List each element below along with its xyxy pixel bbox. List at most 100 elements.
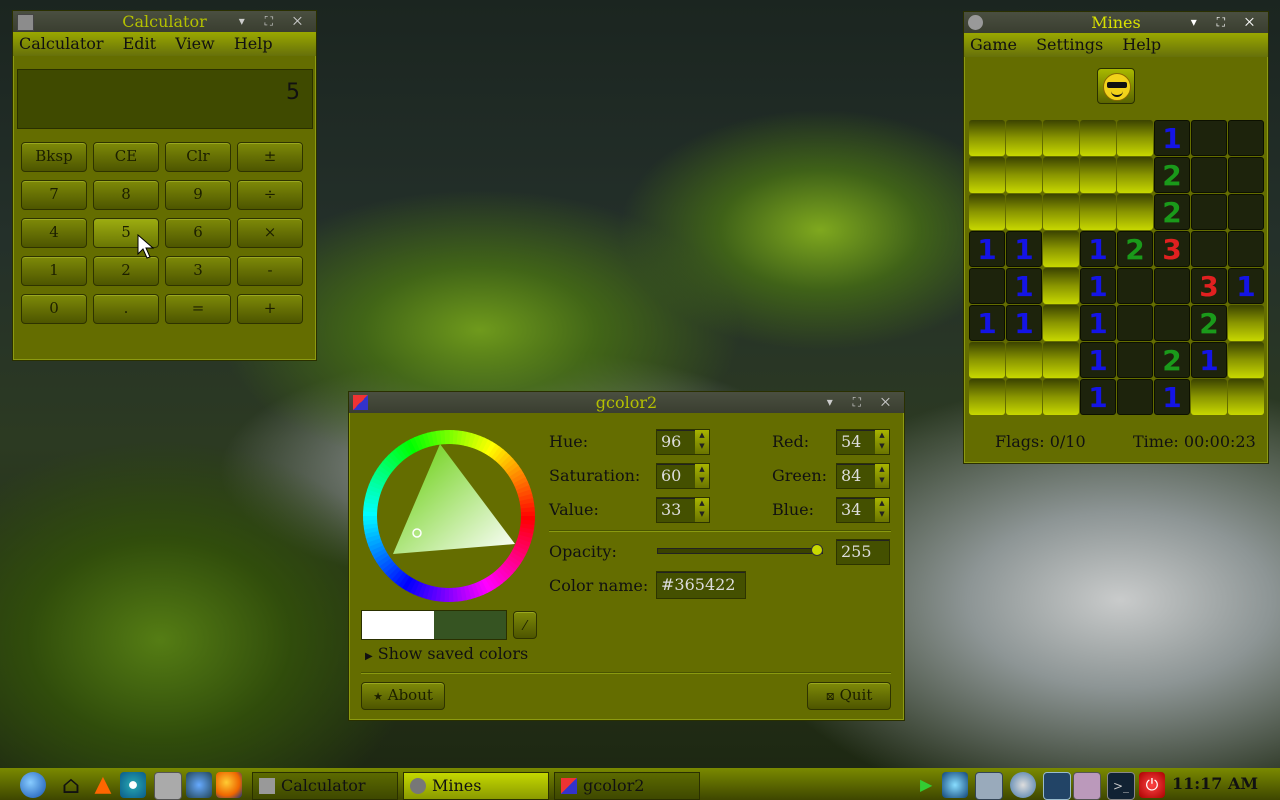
- mine-cell[interactable]: [1228, 379, 1264, 415]
- mine-cell[interactable]: [1191, 120, 1227, 156]
- blue-spinbox[interactable]: 34 ▲ ▼: [836, 497, 890, 523]
- mine-cell[interactable]: 1: [1080, 342, 1116, 378]
- about-button[interactable]: ★ About: [361, 682, 445, 710]
- mine-cell[interactable]: [1006, 194, 1042, 230]
- mine-cell[interactable]: [1043, 194, 1079, 230]
- mine-cell[interactable]: [1228, 305, 1264, 341]
- calc-key-button[interactable]: +: [237, 294, 303, 324]
- calc-key-button[interactable]: 3: [165, 256, 231, 286]
- calc-key-button[interactable]: =: [165, 294, 231, 324]
- mine-cell[interactable]: 1: [1006, 268, 1042, 304]
- calculator-icon[interactable]: [154, 772, 182, 800]
- mine-cell[interactable]: [969, 342, 1005, 378]
- eyedropper-button[interactable]: ⁄: [513, 611, 537, 639]
- mine-cell[interactable]: [1006, 342, 1042, 378]
- window-controls[interactable]: ▾ ⛶ ✕: [827, 392, 898, 413]
- calc-key-button[interactable]: ÷: [237, 180, 303, 210]
- calc-key-button[interactable]: CE: [93, 142, 159, 172]
- value-spinbox[interactable]: 33 ▲ ▼: [656, 497, 710, 523]
- calc-key-button[interactable]: 6: [165, 218, 231, 248]
- mail-icon[interactable]: [186, 772, 212, 798]
- mine-cell[interactable]: [1080, 120, 1116, 156]
- calc-key-button[interactable]: 8: [93, 180, 159, 210]
- mine-cell[interactable]: 1: [1080, 268, 1116, 304]
- menu-game[interactable]: Game: [970, 35, 1017, 54]
- mine-cell[interactable]: 2: [1117, 231, 1153, 267]
- mine-cell[interactable]: [969, 268, 1005, 304]
- mine-cell[interactable]: 1: [1080, 305, 1116, 341]
- mine-cell[interactable]: [1228, 157, 1264, 193]
- swirl-icon[interactable]: [942, 772, 968, 798]
- mine-cell[interactable]: [1043, 231, 1079, 267]
- task-calculator[interactable]: Calculator: [252, 772, 398, 800]
- network-icon[interactable]: [120, 772, 146, 798]
- mine-cell[interactable]: [969, 157, 1005, 193]
- terminal-icon[interactable]: >_: [1107, 772, 1135, 800]
- mine-cell[interactable]: [1228, 342, 1264, 378]
- calc-key-button[interactable]: .: [93, 294, 159, 324]
- mine-cell[interactable]: 2: [1154, 194, 1190, 230]
- calc-key-button[interactable]: 9: [165, 180, 231, 210]
- mine-cell[interactable]: [1043, 342, 1079, 378]
- mine-cell[interactable]: 3: [1154, 231, 1190, 267]
- power-icon[interactable]: ⏻: [1139, 772, 1165, 798]
- calc-key-button[interactable]: 4: [21, 218, 87, 248]
- hsv-color-wheel[interactable]: [361, 428, 537, 604]
- colorname-field[interactable]: #365422: [656, 571, 746, 599]
- opacity-slider-thumb[interactable]: [811, 544, 823, 556]
- calc-key-button[interactable]: Clr: [165, 142, 231, 172]
- mine-cell[interactable]: [1043, 305, 1079, 341]
- calc-key-button[interactable]: 2: [93, 256, 159, 286]
- vlc-icon[interactable]: ▲: [90, 772, 116, 798]
- mine-cell[interactable]: 2: [1154, 157, 1190, 193]
- mine-cell[interactable]: [1043, 120, 1079, 156]
- firefox-icon[interactable]: [216, 772, 242, 798]
- opacity-slider[interactable]: [657, 544, 823, 556]
- mine-cell[interactable]: [1191, 231, 1227, 267]
- mixer-icon[interactable]: [1043, 772, 1071, 800]
- mine-cell[interactable]: [1043, 268, 1079, 304]
- mine-cell[interactable]: [1228, 231, 1264, 267]
- mine-cell[interactable]: 1: [1154, 379, 1190, 415]
- mine-cell[interactable]: [1228, 120, 1264, 156]
- mine-cell[interactable]: [1154, 305, 1190, 341]
- menu-edit[interactable]: Edit: [123, 34, 156, 53]
- calc-key-button[interactable]: ×: [237, 218, 303, 248]
- mine-cell[interactable]: [1117, 194, 1153, 230]
- calc-key-button[interactable]: 1: [21, 256, 87, 286]
- mine-cell[interactable]: [1006, 120, 1042, 156]
- browser-icon[interactable]: [1010, 772, 1036, 798]
- mine-cell[interactable]: [1117, 268, 1153, 304]
- mine-cell[interactable]: [1080, 157, 1116, 193]
- gcolor2-titlebar[interactable]: gcolor2 ▾ ⛶ ✕: [349, 392, 904, 413]
- window-controls[interactable]: ▾ ⛶ ✕: [239, 11, 310, 32]
- globe-icon[interactable]: [20, 772, 46, 798]
- mine-cell[interactable]: 1: [969, 305, 1005, 341]
- mine-cell[interactable]: [1191, 194, 1227, 230]
- mine-cell[interactable]: [1154, 268, 1190, 304]
- green-spinbox[interactable]: 84 ▲ ▼: [836, 463, 890, 489]
- mine-cell[interactable]: [969, 379, 1005, 415]
- mine-cell[interactable]: [969, 194, 1005, 230]
- window-controls[interactable]: ▾ ⛶ ✕: [1191, 12, 1262, 33]
- new-game-button[interactable]: [1097, 68, 1135, 104]
- calc-key-button[interactable]: -: [237, 256, 303, 286]
- task-gcolor2[interactable]: gcolor2: [554, 772, 700, 800]
- play-arrow-icon[interactable]: ▶: [920, 772, 934, 798]
- mine-cell[interactable]: 1: [1006, 305, 1042, 341]
- mine-cell[interactable]: [1043, 379, 1079, 415]
- calculator-titlebar[interactable]: Calculator ▾ ⛶ ✕: [13, 11, 316, 32]
- mine-cell[interactable]: 1: [1191, 342, 1227, 378]
- mine-cell[interactable]: [1117, 305, 1153, 341]
- mine-cell[interactable]: [969, 120, 1005, 156]
- home-icon[interactable]: ⌂: [58, 772, 84, 798]
- mine-cell[interactable]: 1: [1154, 120, 1190, 156]
- mine-cell[interactable]: [1006, 157, 1042, 193]
- package-icon[interactable]: [1073, 772, 1101, 800]
- mine-cell[interactable]: 3: [1191, 268, 1227, 304]
- mine-cell[interactable]: 1: [1228, 268, 1264, 304]
- mine-cell[interactable]: [1228, 194, 1264, 230]
- network-monitor-icon[interactable]: [975, 772, 1003, 800]
- calc-key-button[interactable]: Bksp: [21, 142, 87, 172]
- menu-help[interactable]: Help: [234, 34, 273, 53]
